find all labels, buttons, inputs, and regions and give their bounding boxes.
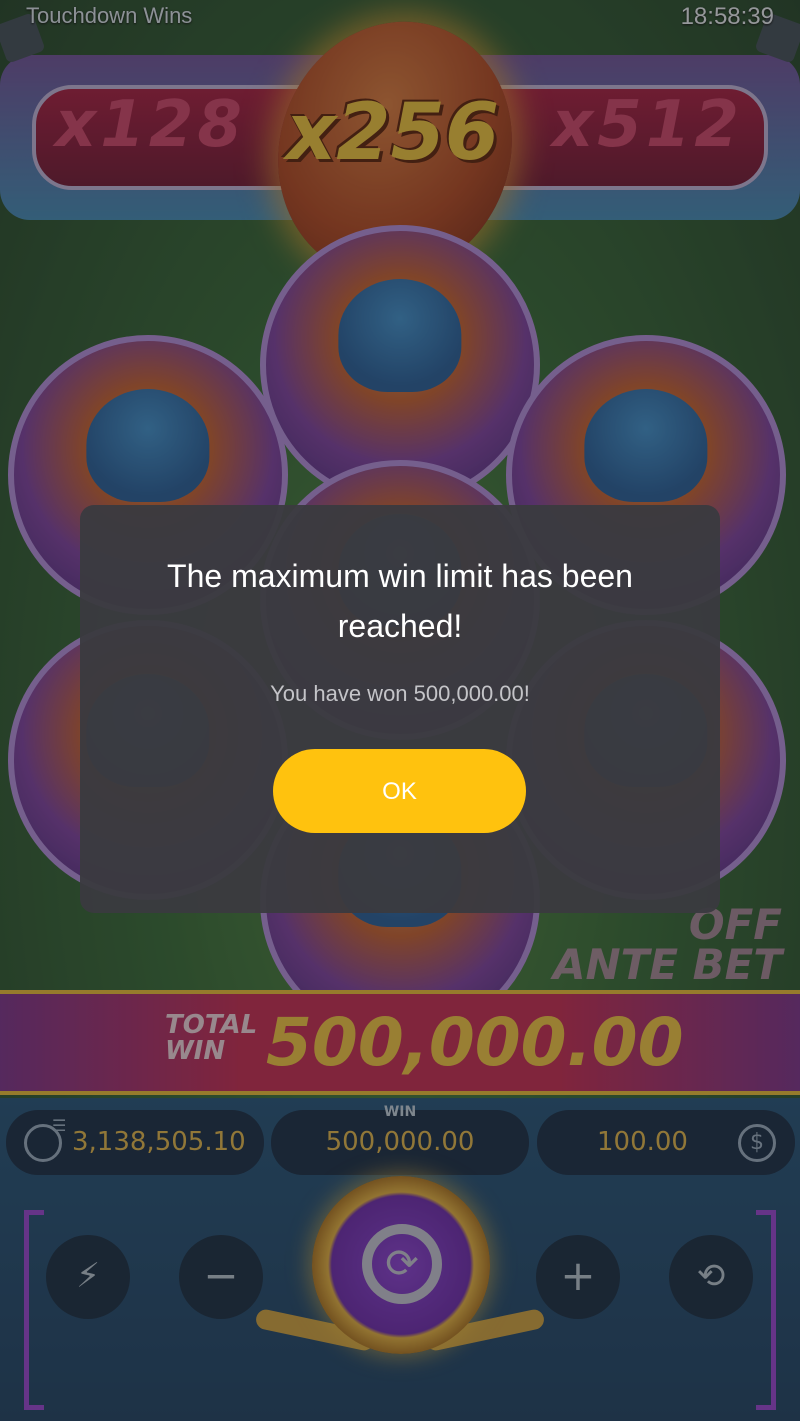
dialog-title: The maximum win limit has been reached!	[167, 558, 633, 644]
max-win-dialog: The maximum win limit has been reached! …	[80, 505, 720, 913]
ok-button[interactable]: OK	[273, 749, 526, 833]
dialog-message: You have won 500,000.00!	[270, 681, 530, 706]
